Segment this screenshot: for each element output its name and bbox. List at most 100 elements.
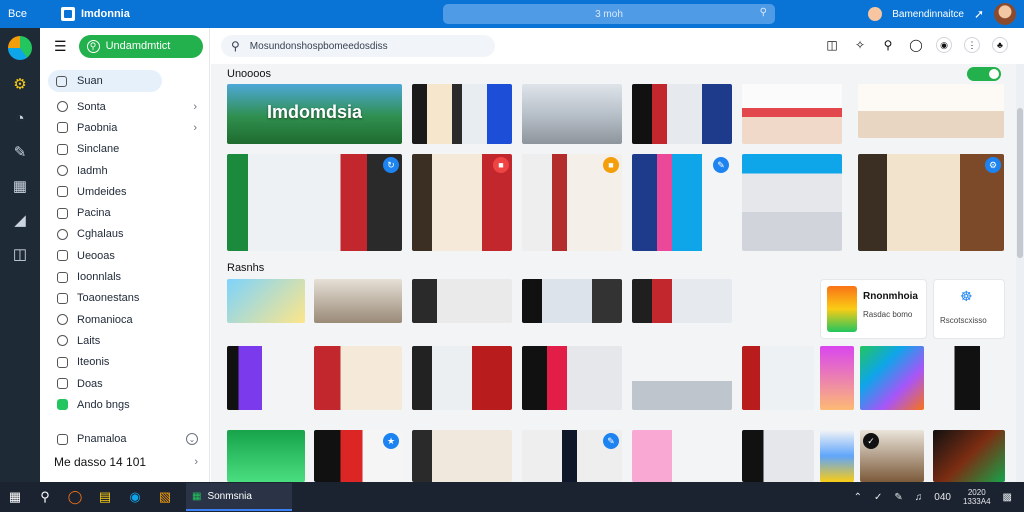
mall-thumbnail[interactable] [632, 430, 732, 482]
mall-thumbnail[interactable] [933, 430, 1005, 482]
mall-thumbnail[interactable]: 0 0 [314, 279, 402, 323]
settings-icon[interactable]: ⚙ [10, 74, 30, 94]
folder-icon[interactable]: ▤ [90, 482, 120, 512]
sidebar-item[interactable]: Romanioca [40, 309, 209, 330]
apps-icon[interactable]: ♣ [992, 37, 1008, 53]
back-button[interactable]: Bce [8, 8, 27, 20]
browser-icon[interactable]: ◯ [60, 482, 90, 512]
sidebar-item[interactable]: Ioonnlals [40, 266, 209, 287]
start-icon[interactable]: ▦ [0, 482, 30, 512]
banner-thumbnail[interactable]: Imdomdsia [227, 84, 402, 144]
toggle-switch[interactable] [967, 67, 1001, 81]
puzzle-icon[interactable]: ✧ [852, 37, 868, 53]
store-icon[interactable]: ▧ [150, 482, 180, 512]
logo-icon[interactable] [8, 36, 32, 60]
menu-icon[interactable]: ☰ [54, 38, 67, 55]
mall-thumbnail[interactable] [522, 84, 622, 144]
sidebar-item-home[interactable]: Suan [48, 70, 162, 92]
sidebar-item[interactable]: Ando bngs [40, 394, 209, 415]
mall-thumbnail[interactable] [742, 154, 842, 251]
mall-thumbnail[interactable]: 0 0 [227, 346, 305, 410]
mall-thumbnail[interactable] [632, 84, 732, 144]
search-icon: ⚲ [231, 39, 240, 53]
sidebar-item-label: Ueooas [77, 249, 115, 262]
gauge-icon[interactable]: ◔ [10, 108, 30, 128]
sidebar-item[interactable]: Iteonis [40, 352, 209, 373]
columns-icon[interactable]: ◫ [10, 244, 30, 264]
mall-thumbnail[interactable]: ✎ [522, 430, 622, 482]
mall-thumbnail[interactable] [412, 346, 512, 410]
sidebar-item[interactable]: Toaonestans [40, 288, 209, 309]
network-icon[interactable]: ✓ [874, 492, 882, 503]
pen-icon[interactable]: ✎ [10, 142, 30, 162]
mall-thumbnail[interactable]: 0 0 [522, 279, 622, 323]
notification-icon[interactable]: ▩ [1003, 492, 1012, 503]
sidebar-item[interactable]: Laits [40, 330, 209, 351]
mall-thumbnail[interactable]: ✓ [860, 430, 924, 482]
sidebar-item-label: Sinclane [77, 143, 120, 156]
mall-thumbnail[interactable]: 2 0 [227, 279, 305, 323]
mall-thumbnail[interactable] [412, 430, 512, 482]
pin-icon[interactable]: ➚ [974, 7, 984, 21]
mall-thumbnail[interactable]: ★ [314, 430, 402, 482]
edge-icon[interactable]: ◉ [120, 482, 150, 512]
mall-thumbnail[interactable] [632, 346, 732, 410]
mall-thumbnail[interactable] [858, 84, 1004, 138]
mall-thumbnail[interactable] [227, 430, 305, 482]
camera-icon[interactable]: ◫ [824, 37, 840, 53]
info-card[interactable]: Rnonmhoia Rasdac bomo [820, 279, 927, 339]
info-card[interactable]: ☸ Rscotscxisso [933, 279, 1005, 339]
avatar[interactable] [994, 3, 1016, 25]
mall-thumbnail[interactable] [742, 84, 842, 144]
sidebar-item[interactable]: Sonta › [40, 96, 209, 117]
clock[interactable]: 2020 1333A4 [963, 488, 991, 506]
mall-thumbnail[interactable] [314, 346, 402, 410]
sidebar-item[interactable]: Sinclane [40, 139, 209, 160]
app-thumbnail[interactable] [820, 346, 854, 410]
sidebar-footer[interactable]: Me dasso 14 101 › [40, 450, 210, 474]
more-icon[interactable]: ⋮ [964, 37, 980, 53]
sidebar-item[interactable]: Ueooas [40, 245, 209, 266]
chevron-up-icon[interactable]: ⌃ [854, 492, 862, 503]
pen-icon[interactable]: ✎ [894, 492, 902, 503]
zoom-icon[interactable]: ⚲ [880, 37, 896, 53]
sidebar-item[interactable]: Pacina [40, 202, 209, 223]
sidebar-item[interactable]: Cghalaus [40, 224, 209, 245]
mall-thumbnail[interactable]: ■ [412, 154, 512, 251]
banner-title: Imdomdsia [267, 102, 363, 122]
user-name[interactable]: Bamendinnaitce [892, 9, 964, 20]
new-button[interactable]: ⚲ Undamdmtict [78, 34, 203, 58]
grid-icon[interactable]: ▦ [10, 176, 30, 196]
mall-thumbnail[interactable]: 0 0 [412, 279, 512, 323]
profile-icon[interactable]: ◉ [936, 37, 952, 53]
sidebar-item-bottom[interactable]: Pnamaloa ⌄ [40, 428, 210, 450]
mall-thumbnail[interactable]: ■ [522, 154, 622, 251]
mall-thumbnail[interactable] [522, 346, 622, 410]
badge-icon: ⚙ [985, 157, 1001, 173]
sidebar-item[interactable]: Doas [40, 373, 209, 394]
taskbar-active-app[interactable]: ▦ Sonmsnia [186, 483, 292, 511]
sidebar-item[interactable]: Paobnia › [40, 117, 209, 138]
chat-icon[interactable]: ◯ [908, 37, 924, 53]
phone-thumbnail[interactable] [933, 346, 1005, 410]
title-search-box[interactable]: 3 moh ⚲ [443, 4, 775, 24]
search-icon[interactable]: ⚲ [30, 482, 60, 512]
sidebar-item-label: Sonta [77, 100, 106, 113]
chevron-right-icon: › [193, 121, 197, 134]
mall-thumbnail[interactable] [742, 430, 814, 482]
chart-icon[interactable]: ◢ [10, 210, 30, 230]
search-icon[interactable]: ⚲ [760, 7, 767, 18]
mall-thumbnail[interactable]: 0 0 [632, 279, 732, 323]
scrollbar[interactable] [1016, 64, 1024, 482]
app-thumbnail[interactable] [820, 430, 854, 482]
mall-thumbnail[interactable] [412, 84, 512, 144]
sidebar-item[interactable]: Iadmh [40, 160, 209, 181]
search-input[interactable]: ⚲ Mosundonshospbomeedosdiss [221, 35, 495, 57]
sidebar-item[interactable]: Umdeides [40, 181, 209, 202]
mall-thumbnail[interactable]: ⚙ [858, 154, 1004, 251]
mall-thumbnail[interactable] [742, 346, 814, 410]
volume-icon[interactable]: ♫ [915, 492, 923, 503]
mall-thumbnail[interactable]: ✎ [632, 154, 732, 251]
mall-thumbnail[interactable]: ↻ [227, 154, 402, 251]
app-thumbnail[interactable] [860, 346, 924, 410]
